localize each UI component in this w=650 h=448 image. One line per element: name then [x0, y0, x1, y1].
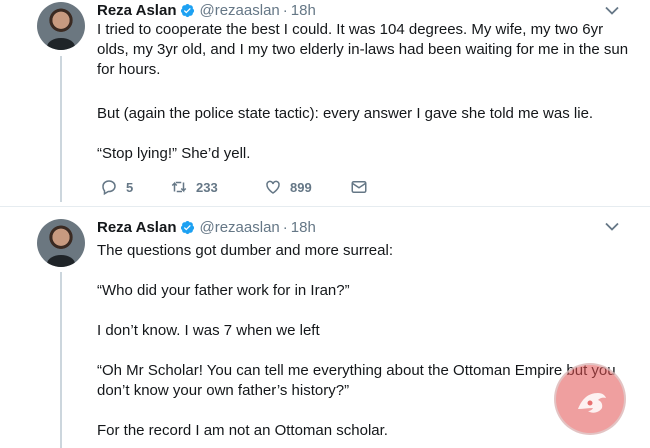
tweet-paragraph: I tried to cooperate the best I could. I… [97, 21, 629, 78]
tweet-paragraph: “Who did your father work for in Iran?” [97, 282, 350, 299]
author-name[interactable]: Reza Aslan [97, 2, 176, 19]
like-count: 899 [290, 179, 312, 195]
author-handle[interactable]: @rezaaslan [199, 219, 279, 236]
verified-badge-icon [181, 220, 195, 235]
separator-dot: · [282, 219, 288, 236]
envelope-icon [351, 181, 367, 193]
tweet-paragraph: The questions got dumber and more surrea… [97, 242, 393, 259]
thread-line [60, 272, 62, 448]
author-handle[interactable]: @rezaaslan [199, 2, 279, 19]
tweet-paragraph: For the record I am not an Ottoman schol… [97, 422, 388, 439]
like-button[interactable]: 899 [264, 178, 350, 196]
tweet-header: Reza Aslan @rezaaslan · 18h [97, 2, 316, 19]
tweet-text: I tried to cooperate the best I could. I… [97, 20, 637, 164]
thread-line [60, 56, 62, 202]
chevron-down-icon[interactable] [605, 222, 619, 232]
reply-count: 5 [126, 179, 134, 195]
avatar[interactable] [37, 219, 85, 267]
reply-icon [102, 180, 116, 196]
tweet-paragraph: I don’t know. I was 7 when we left [97, 322, 320, 339]
timestamp[interactable]: 18h [291, 219, 316, 236]
watermark-logo [554, 363, 626, 435]
avatar[interactable] [37, 2, 85, 50]
heart-icon [266, 180, 280, 194]
tweet-actions: 5 233 899 [100, 178, 368, 196]
reply-button[interactable]: 5 [100, 178, 170, 196]
separator-dot: · [282, 2, 288, 19]
retweet-icon [171, 181, 187, 193]
timestamp[interactable]: 18h [291, 2, 316, 19]
author-name[interactable]: Reza Aslan [97, 219, 176, 236]
verified-badge-icon [181, 3, 195, 18]
chevron-down-icon[interactable] [605, 6, 619, 16]
tweet-paragraph: “Stop lying!” She’d yell. [97, 145, 251, 162]
retweet-count: 233 [196, 179, 218, 195]
direct-message-button[interactable] [350, 178, 368, 196]
tweet-paragraph: But (again the police state tactic): eve… [97, 105, 594, 122]
tweet-header: Reza Aslan @rezaaslan · 18h [97, 219, 316, 236]
watermark-glyph-icon [578, 393, 606, 413]
tweet[interactable]: Reza Aslan @rezaaslan · 18h I tried to c… [0, 0, 650, 207]
retweet-button[interactable]: 233 [170, 178, 264, 196]
